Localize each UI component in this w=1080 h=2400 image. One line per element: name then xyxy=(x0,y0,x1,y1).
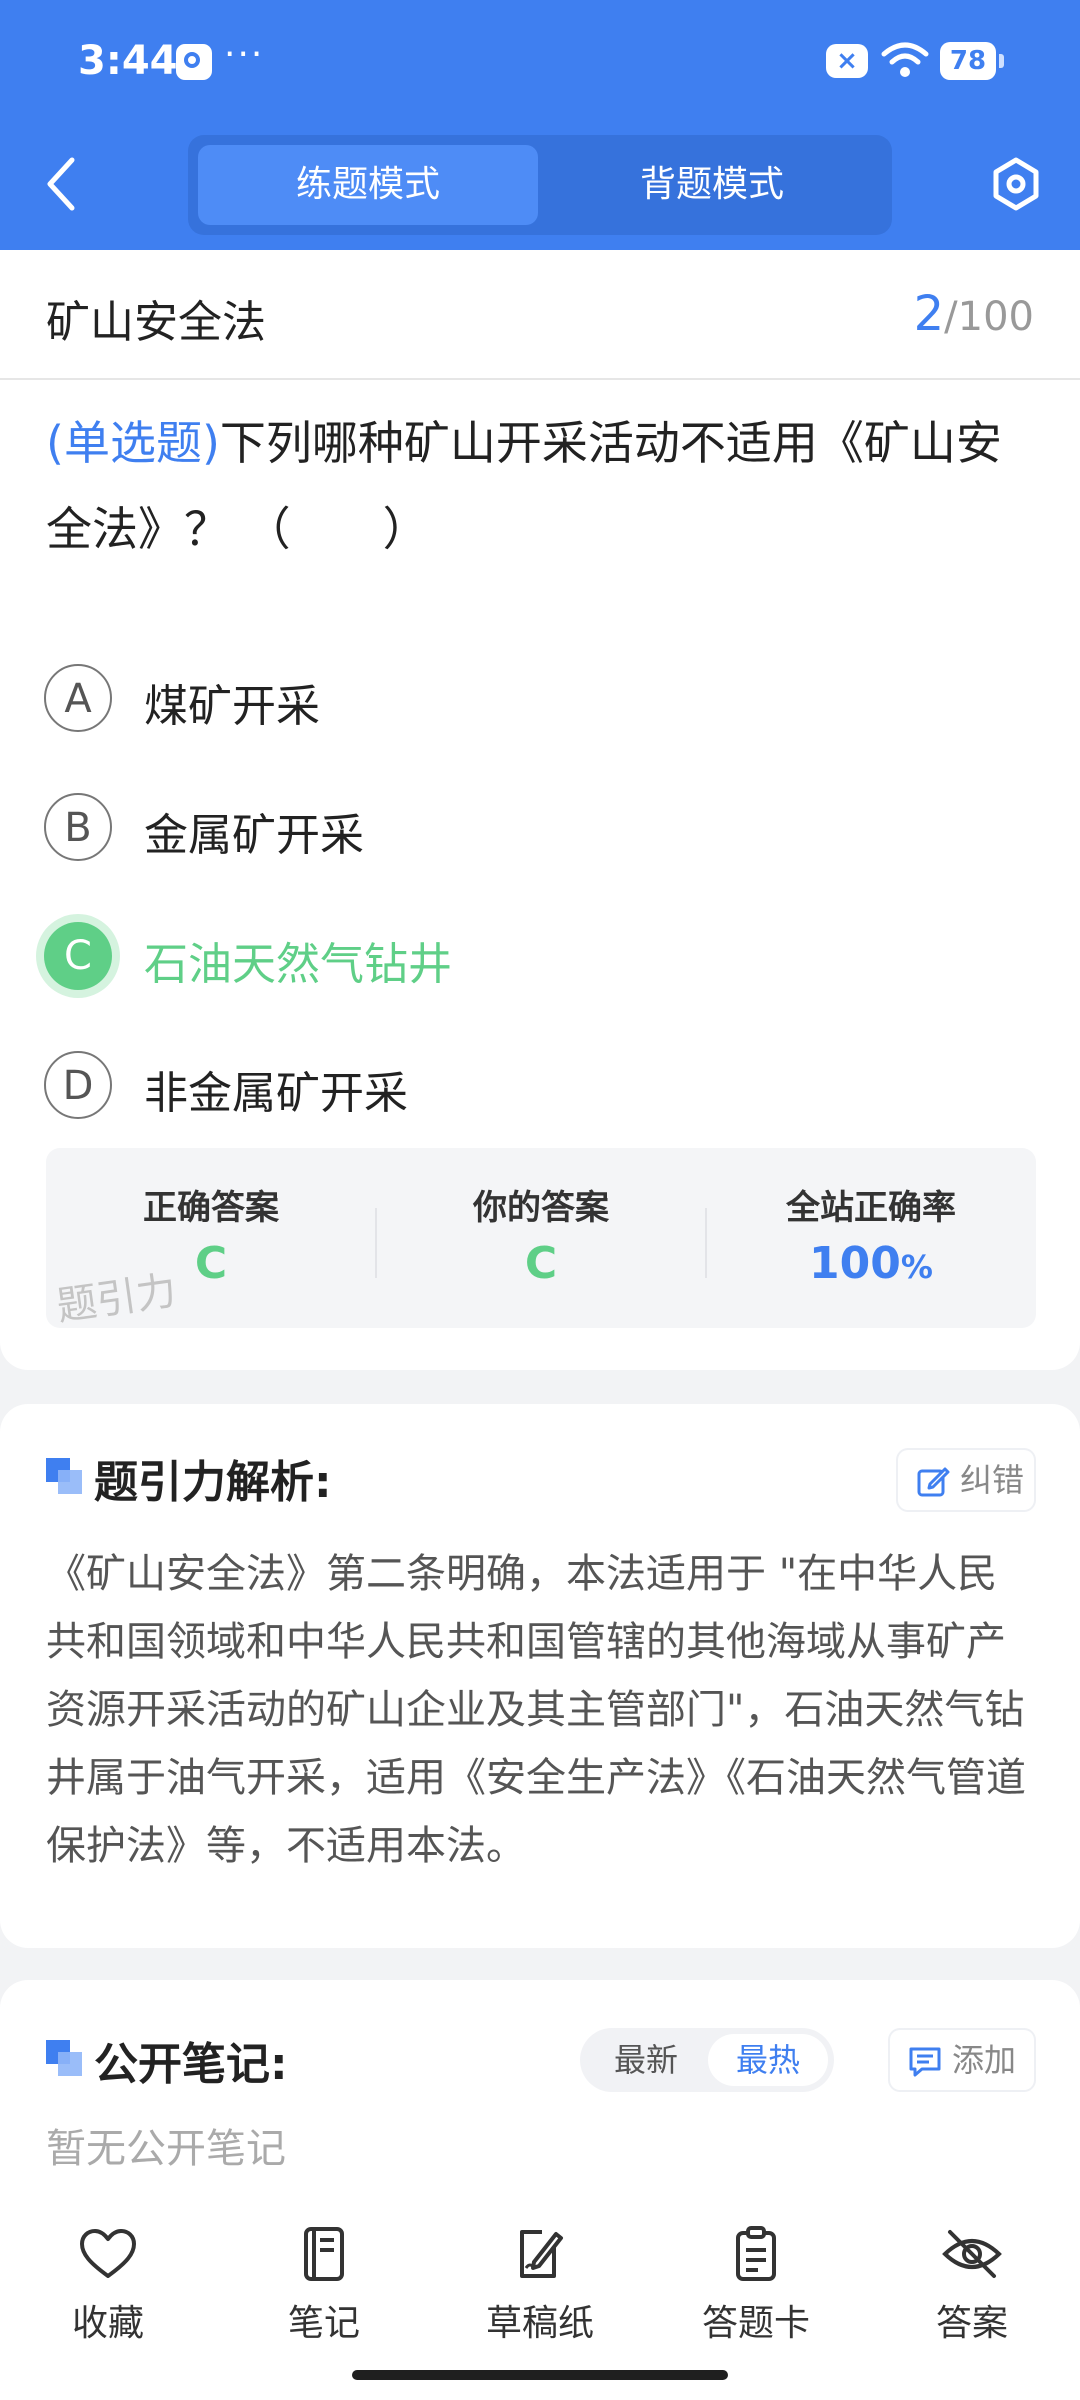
accuracy-number: 100 xyxy=(809,1238,901,1289)
nav-label: 收藏 xyxy=(71,2303,144,2344)
nav-label: 笔记 xyxy=(287,2303,360,2344)
option-text: 非金属矿开采 xyxy=(144,1068,408,1119)
tab-recite-mode[interactable]: 背题模式 xyxy=(542,145,882,225)
option-letter: C xyxy=(44,922,112,990)
option-text: 金属矿开采 xyxy=(144,810,364,861)
wifi-icon xyxy=(881,42,929,77)
status-time: 3:44 xyxy=(78,38,178,84)
heart-icon xyxy=(80,2229,136,2278)
add-note-label: 添加 xyxy=(952,2041,1017,2079)
question-type-label: (单选题) xyxy=(46,416,220,470)
analysis-title: 题引力解析: xyxy=(94,1457,332,1508)
add-note-button[interactable]: 添加 xyxy=(890,2030,1034,2090)
accuracy-unit: % xyxy=(900,1248,933,1286)
nav-label: 答题卡 xyxy=(701,2303,810,2344)
battery-icon: 78 xyxy=(940,42,1004,80)
home-indicator[interactable] xyxy=(352,2370,728,2380)
edit-icon xyxy=(917,1467,950,1497)
sort-hottest[interactable]: 最热 xyxy=(708,2034,828,2086)
eye-off-icon xyxy=(942,2230,1002,2278)
network-off-icon: × xyxy=(826,44,868,78)
subject-title: 矿山安全法 xyxy=(46,297,266,348)
empty-notes-text: 暂无公开笔记 xyxy=(46,2126,286,2172)
notebook-icon xyxy=(304,2227,344,2281)
analysis-card: 题引力解析: 纠错 《矿山安全法》第二条明确，本法适用于 "在中华人民共和国领域… xyxy=(0,1404,1080,1948)
question-progress: 2/100 xyxy=(914,286,1034,342)
your-answer-stat: 你的答案 C xyxy=(376,1148,706,1328)
notes-button[interactable]: 笔记 xyxy=(216,2226,432,2356)
option-text: 石油天然气钻井 xyxy=(144,939,452,990)
tab-practice-mode[interactable]: 练题模式 xyxy=(198,145,538,225)
stat-label: 你的答案 xyxy=(473,1188,609,1228)
draft-paper-button[interactable]: 草稿纸 xyxy=(432,2226,648,2356)
notes-title: 公开笔记: xyxy=(94,2039,288,2090)
notification-app-icon xyxy=(176,44,212,80)
comment-icon xyxy=(909,2047,941,2077)
report-error-label: 纠错 xyxy=(960,1461,1025,1499)
progress-current: 2 xyxy=(913,286,945,342)
mode-switch: 练题模式 背题模式 xyxy=(188,135,892,235)
stat-value: 100% xyxy=(706,1238,1036,1289)
option-letter: A xyxy=(44,664,112,732)
notes-sort-toggle: 最新 最热 xyxy=(580,2028,834,2092)
accuracy-stat: 全站正确率 100% xyxy=(706,1148,1036,1328)
option-d[interactable]: D 非金属矿开采 xyxy=(44,1047,944,1127)
progress-total: /100 xyxy=(944,294,1034,340)
draft-paper-icon xyxy=(520,2230,563,2278)
answer-sheet-icon xyxy=(736,2226,776,2281)
favorite-button[interactable]: 收藏 xyxy=(0,2226,216,2356)
stat-label: 全站正确率 xyxy=(786,1188,956,1228)
question-card: 矿山安全法 2/100 (单选题)下列哪种矿山开采活动不适用《矿山安全法》？ （… xyxy=(0,250,1080,1370)
stat-label: 正确答案 xyxy=(143,1188,279,1228)
more-notifications-icon: ··· xyxy=(224,34,265,75)
option-c[interactable]: C 石油天然气钻井 xyxy=(44,918,944,998)
divider xyxy=(0,378,1080,380)
app-header: 3:44 ··· × 78 练题模式 背题模式 xyxy=(0,0,1080,250)
option-letter: D xyxy=(44,1051,112,1119)
stat-value: C xyxy=(524,1238,558,1289)
back-icon[interactable] xyxy=(40,152,84,216)
option-text: 煤矿开采 xyxy=(144,681,320,732)
analysis-text: 《矿山安全法》第二条明确，本法适用于 "在中华人民共和国领域和中华人民共和国管辖… xyxy=(46,1551,1026,1869)
answer-sheet-button[interactable]: 答题卡 xyxy=(648,2226,864,2356)
sort-latest[interactable]: 最新 xyxy=(586,2034,706,2086)
section-icon xyxy=(46,1458,82,1494)
option-b[interactable]: B 金属矿开采 xyxy=(44,789,944,869)
nav-label: 草稿纸 xyxy=(485,2303,594,2344)
report-error-button[interactable]: 纠错 xyxy=(898,1450,1034,1510)
section-icon xyxy=(46,2040,82,2076)
show-answer-button[interactable]: 答案 xyxy=(864,2226,1080,2356)
option-a[interactable]: A 煤矿开采 xyxy=(44,660,944,740)
settings-icon[interactable] xyxy=(990,156,1042,212)
nav-label: 答案 xyxy=(935,2303,1008,2344)
question-text: (单选题)下列哪种矿山开采活动不适用《矿山安全法》？ （ ） xyxy=(46,400,1041,572)
answer-stats: 正确答案 C 你的答案 C 全站正确率 100% 题引力 xyxy=(46,1148,1036,1330)
option-letter: B xyxy=(44,793,112,861)
